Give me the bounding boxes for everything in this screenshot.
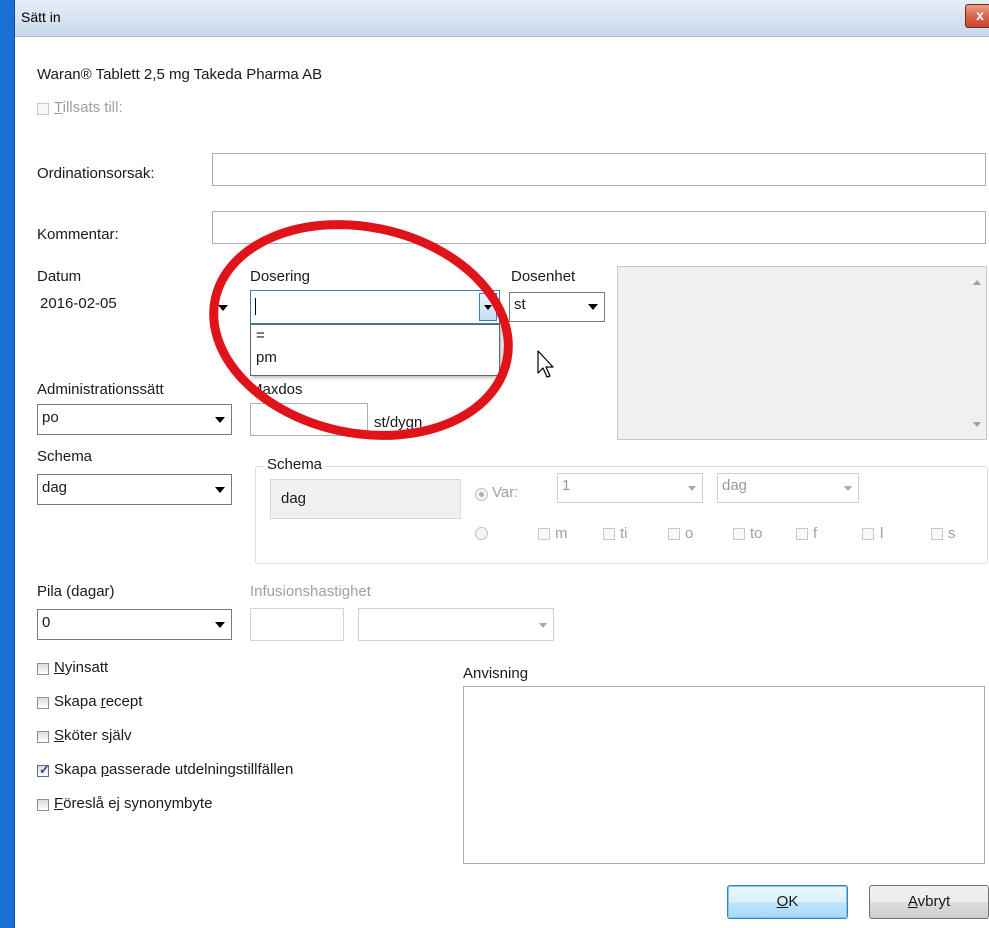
- date-label: Datum: [37, 268, 82, 285]
- checkbox-label: Nyinsatt: [54, 659, 109, 676]
- dosage-info-panel[interactable]: [617, 266, 987, 440]
- infusion-rate-input[interactable]: [250, 608, 344, 641]
- day-checkbox-s[interactable]: [931, 528, 943, 540]
- checkbox-label: Föreslå ej synonymbyte: [54, 795, 213, 812]
- dosage-dropdown-list: = pm: [250, 324, 500, 376]
- period-select[interactable]: dag: [717, 473, 859, 503]
- infusion-unit-select[interactable]: [358, 608, 554, 641]
- date-value: 2016-02-05: [40, 295, 117, 312]
- self-managed-checkbox[interactable]: [37, 731, 49, 743]
- day-label: to: [750, 525, 763, 542]
- checkmark-icon: ✓: [39, 762, 50, 777]
- day-label: o: [685, 525, 694, 542]
- schema-select[interactable]: dag: [37, 474, 232, 505]
- day-label: m: [555, 525, 568, 542]
- chevron-down-icon: [588, 304, 598, 310]
- administration-label: Administrationssätt: [37, 381, 164, 398]
- day-label: f: [813, 525, 818, 542]
- create-past-doses-checkbox[interactable]: ✓: [37, 762, 50, 777]
- administration-value: po: [42, 409, 59, 426]
- pila-select[interactable]: 0: [37, 609, 232, 640]
- ok-button[interactable]: OK: [727, 885, 848, 919]
- create-prescription-checkbox[interactable]: [37, 697, 49, 709]
- day-checkbox-f[interactable]: [796, 528, 808, 540]
- day-label: s: [948, 525, 956, 542]
- checkbox-label: Skapa recept: [54, 693, 143, 710]
- dosage-combobox[interactable]: [250, 290, 500, 324]
- chevron-down-icon: [215, 487, 225, 493]
- mouse-cursor-icon: [537, 350, 554, 378]
- radio-selected-dot: [479, 492, 484, 497]
- dosage-option[interactable]: =: [251, 325, 499, 347]
- additive-checkbox[interactable]: [37, 103, 49, 115]
- comment-label: Kommentar:: [37, 226, 119, 243]
- weekday-radio[interactable]: [475, 527, 488, 540]
- chevron-down-icon: [539, 623, 547, 628]
- pila-label: Pila (dagar): [37, 583, 115, 600]
- chevron-down-icon: [688, 486, 696, 491]
- chevron-down-icon: [215, 417, 225, 423]
- text-caret: [255, 297, 256, 315]
- day-checkbox-o[interactable]: [668, 528, 680, 540]
- var-radio[interactable]: [475, 488, 488, 501]
- window-left-border: [0, 0, 15, 928]
- pila-value: 0: [42, 614, 51, 631]
- schema-value: dag: [42, 479, 68, 496]
- scroll-up-icon[interactable]: [973, 280, 981, 285]
- ordination-label: Ordinationsorsak:: [37, 165, 155, 182]
- comment-input[interactable]: [212, 211, 986, 244]
- schema-group-legend: Schema: [264, 456, 326, 473]
- dosage-dropdown-button[interactable]: [479, 293, 497, 321]
- title-bar: Sätt in x: [15, 0, 989, 37]
- window-title: Sätt in: [21, 9, 61, 25]
- scroll-down-icon[interactable]: [973, 422, 981, 427]
- period-value: dag: [722, 477, 748, 494]
- schema-summary-box: dag: [270, 479, 461, 519]
- day-label: l: [880, 525, 884, 542]
- no-synonym-checkbox[interactable]: [37, 799, 49, 811]
- infusion-label: Infusionshastighet: [250, 583, 371, 600]
- interval-select[interactable]: 1: [557, 473, 703, 503]
- chevron-down-icon: [844, 486, 852, 491]
- new-inserted-checkbox[interactable]: [37, 663, 49, 675]
- product-name: Waran® Tablett 2,5 mg Takeda Pharma AB: [37, 66, 323, 83]
- day-checkbox-m[interactable]: [538, 528, 550, 540]
- dose-unit-label: Dosenhet: [511, 268, 576, 285]
- ordination-input[interactable]: [212, 153, 986, 186]
- close-icon: x: [976, 7, 984, 23]
- administration-select[interactable]: po: [37, 404, 232, 435]
- instruction-textarea[interactable]: [463, 686, 985, 864]
- var-label: Var:: [492, 484, 519, 501]
- checkbox-label: Skapa passerade utdelningstillfällen: [54, 761, 294, 778]
- checkbox-label: Sköter själv: [54, 727, 132, 744]
- maxdos-input[interactable]: [250, 403, 368, 436]
- dose-unit-value: st: [514, 296, 526, 313]
- close-button[interactable]: x: [965, 4, 989, 28]
- additive-label: Tillsats till:: [54, 99, 123, 116]
- interval-value: 1: [562, 477, 571, 494]
- day-label: ti: [620, 525, 628, 542]
- day-checkbox-to[interactable]: [733, 528, 745, 540]
- dose-unit-select[interactable]: st: [509, 292, 605, 322]
- schema-label: Schema: [37, 448, 93, 465]
- dosage-option[interactable]: pm: [251, 347, 499, 369]
- cancel-button[interactable]: Avbryt: [869, 885, 989, 919]
- chevron-down-icon: [215, 622, 225, 628]
- schema-summary: dag: [281, 490, 307, 507]
- maxdos-label: Maxdos: [250, 381, 303, 398]
- day-checkbox-ti[interactable]: [603, 528, 615, 540]
- maxdos-unit: st/dygn: [374, 414, 423, 431]
- date-picker[interactable]: 2016-02-05: [37, 290, 232, 324]
- dosage-label: Dosering: [250, 268, 311, 285]
- instruction-label: Anvisning: [463, 665, 529, 682]
- day-checkbox-l[interactable]: [862, 528, 874, 540]
- date-dropdown-icon[interactable]: [218, 305, 228, 311]
